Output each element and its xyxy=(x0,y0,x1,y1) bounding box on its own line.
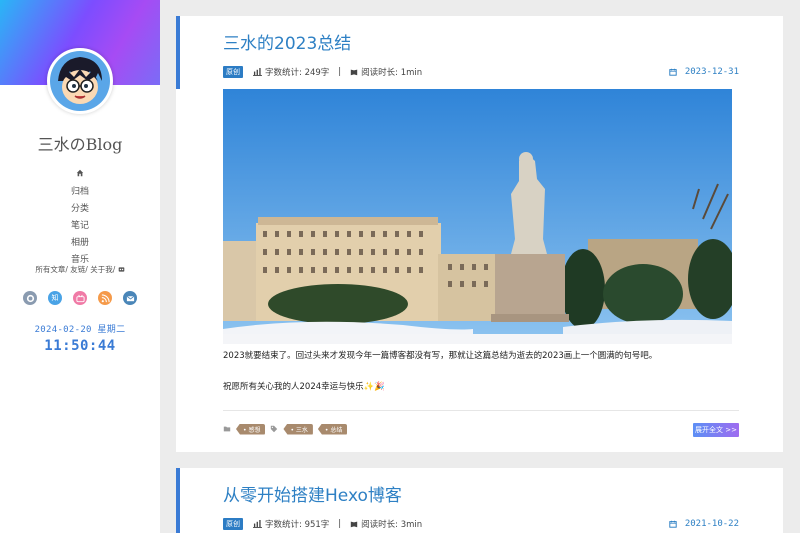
tag-summary[interactable]: • 总结 xyxy=(317,423,348,435)
sidebar-item-home[interactable] xyxy=(0,167,160,184)
post-cover-image[interactable] xyxy=(223,89,732,344)
sidebar-date: 2024-02-20 星期二 xyxy=(34,325,126,335)
category-tag[interactable]: • 感想 xyxy=(236,423,266,435)
post-accent-bar xyxy=(176,468,180,533)
post-card: 从零开始搭建Hexo博客 原创 字数统计: 951字 | 阅读时长: 3min … xyxy=(176,468,783,533)
post-accent-bar xyxy=(176,16,180,89)
post-date-text: 2023-12-31 xyxy=(684,67,739,77)
post-meta: 原创 字数统计: 249字 | 阅读时长: 1min 2023-12-31 xyxy=(223,66,739,78)
post-tags: • 感想 • 三水 • 总结 xyxy=(223,423,348,435)
sidebar: 三水のBlog 归档 分类 笔记 相册 音乐 所有文章/ 友链/ 关于我/ 知 … xyxy=(0,0,160,533)
email-icon[interactable] xyxy=(123,291,137,305)
calendar-icon xyxy=(669,68,677,76)
folder-icon xyxy=(223,426,231,432)
bilibili-icon[interactable] xyxy=(73,291,87,305)
bar-chart-icon xyxy=(253,68,262,76)
post-title[interactable]: 三水的2023总结 xyxy=(223,29,351,54)
original-badge: 原创 xyxy=(223,66,243,78)
sidebar-links-text[interactable]: 所有文章/ 友链/ 关于我/ xyxy=(35,265,115,274)
meta-separator: | xyxy=(338,67,342,77)
sidebar-item-album[interactable]: 相册 xyxy=(0,235,160,252)
read-more-button[interactable]: 展开全文 >> xyxy=(693,423,739,437)
sidebar-item-categories[interactable]: 分类 xyxy=(0,201,160,218)
sidebar-links[interactable]: 所有文章/ 友链/ 关于我/ xyxy=(0,264,160,275)
rss-icon[interactable] xyxy=(98,291,112,305)
meta-separator: | xyxy=(338,519,342,529)
book-icon xyxy=(350,521,358,528)
tag-sanshui[interactable]: • 三水 xyxy=(283,423,313,435)
post-date: 2023-12-31 xyxy=(669,67,739,77)
home-icon xyxy=(76,169,84,177)
original-badge: 原创 xyxy=(223,518,243,530)
avatar[interactable] xyxy=(47,48,113,114)
post-title[interactable]: 从零开始搭建Hexo博客 xyxy=(223,481,402,506)
word-count-text: 字数统计: 249字 xyxy=(265,68,330,78)
post-divider xyxy=(223,410,739,411)
github-icon[interactable] xyxy=(23,291,37,305)
site-title[interactable]: 三水のBlog xyxy=(0,131,160,155)
read-time-text: 阅读时长: 3min xyxy=(361,520,423,530)
book-icon xyxy=(350,69,358,76)
post-card: 三水的2023总结 原创 字数统计: 249字 | 阅读时长: 1min 202… xyxy=(176,16,783,452)
zhihu-icon[interactable]: 知 xyxy=(48,291,62,305)
read-time: 阅读时长: 1min xyxy=(350,66,422,78)
social-links: 知 xyxy=(0,291,160,305)
word-count: 字数统计: 951字 xyxy=(253,518,329,530)
read-time: 阅读时长: 3min xyxy=(350,518,422,530)
sidebar-clock: 11:50:44 xyxy=(44,338,116,354)
tag-icon xyxy=(271,425,278,433)
post-meta: 原创 字数统计: 951字 | 阅读时长: 3min 2021-10-22 xyxy=(223,518,739,530)
robot-icon[interactable] xyxy=(118,266,125,273)
word-count-text: 字数统计: 951字 xyxy=(265,520,330,530)
calendar-icon xyxy=(669,520,677,528)
sidebar-nav: 归档 分类 笔记 相册 音乐 xyxy=(0,167,160,269)
sidebar-item-notes[interactable]: 笔记 xyxy=(0,218,160,235)
post-date-text: 2021-10-22 xyxy=(684,519,739,529)
post-excerpt-wish: 祝愿所有关心我的人2024幸运与快乐✨🎉 xyxy=(223,382,385,392)
read-time-text: 阅读时长: 1min xyxy=(361,68,423,78)
word-count: 字数统计: 249字 xyxy=(253,66,329,78)
bar-chart-icon xyxy=(253,520,262,528)
post-excerpt: 2023就要结束了。回过头来才发现今年一篇博客都没有写，那就让这篇总结为逝去的2… xyxy=(223,351,658,361)
sidebar-item-archive[interactable]: 归档 xyxy=(0,184,160,201)
post-date: 2021-10-22 xyxy=(669,519,739,529)
